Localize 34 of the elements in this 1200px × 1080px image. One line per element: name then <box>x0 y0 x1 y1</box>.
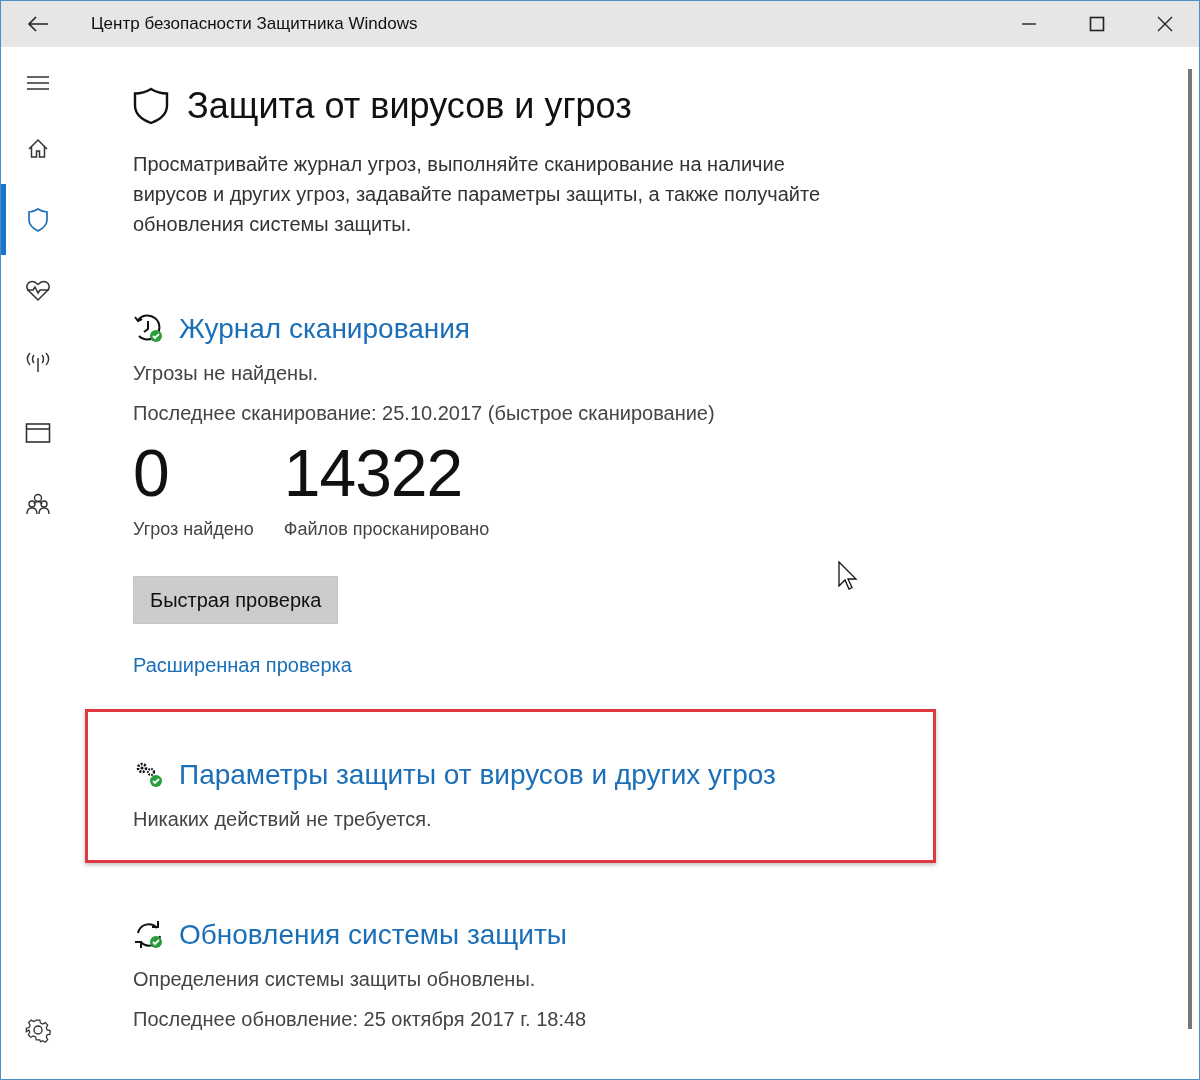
page-title: Защита от вирусов и угроз <box>187 85 632 127</box>
people-icon <box>25 491 51 516</box>
home-icon <box>26 136 50 161</box>
quick-scan-button[interactable]: Быстрая проверка <box>133 576 339 624</box>
shield-icon <box>133 87 169 125</box>
status-text: Определения системы защиты обновлены. <box>133 968 537 991</box>
clock-check-icon <box>133 314 165 344</box>
advanced-scan-link[interactable]: Расширенная проверка <box>133 654 352 677</box>
page-description: Просматривайте журнал угроз, выполняйте сканирование на наличие вирусов и других угроз, задавайте параметры защиты, а также получайте обновления системы защиты. <box>133 152 821 237</box>
section-title-link[interactable]: Журнал сканирования <box>179 313 471 345</box>
window-icon <box>25 421 51 444</box>
menu-icon <box>26 75 50 91</box>
status-text: Никаких действий не требуется. <box>133 808 433 831</box>
minimize-icon <box>1021 23 1037 25</box>
section-title-link[interactable]: Обновления системы защиты <box>179 919 567 951</box>
heart-pulse-icon <box>25 278 51 303</box>
mouse-cursor-icon <box>838 561 858 591</box>
status-text: Последнее сканирование: 25.10.2017 (быстрое сканирование) <box>133 402 716 425</box>
status-text: Последнее обновление: 25 октября 2017 г. 18:48 <box>133 1008 588 1031</box>
stat-value: 14322 <box>283 435 464 512</box>
settings-icon <box>25 1016 51 1043</box>
scrollbar[interactable] <box>1188 69 1192 1029</box>
close-icon <box>1157 16 1173 32</box>
window-title: Центр безопасности Защитника Windows <box>91 14 418 34</box>
sync-check-icon <box>133 920 165 950</box>
stat-label: Файлов просканировано <box>283 519 490 540</box>
status-text: Угрозы не найдены. <box>133 362 320 385</box>
back-arrow-icon <box>27 15 49 33</box>
maximize-icon <box>1089 16 1105 32</box>
shield-icon <box>26 206 50 233</box>
antenna-icon <box>25 349 51 374</box>
section-title-link[interactable]: Параметры защиты от вирусов и других угроз <box>179 759 776 791</box>
stat-value: 0 <box>133 435 170 512</box>
stat-label: Угроз найдено <box>133 519 254 540</box>
